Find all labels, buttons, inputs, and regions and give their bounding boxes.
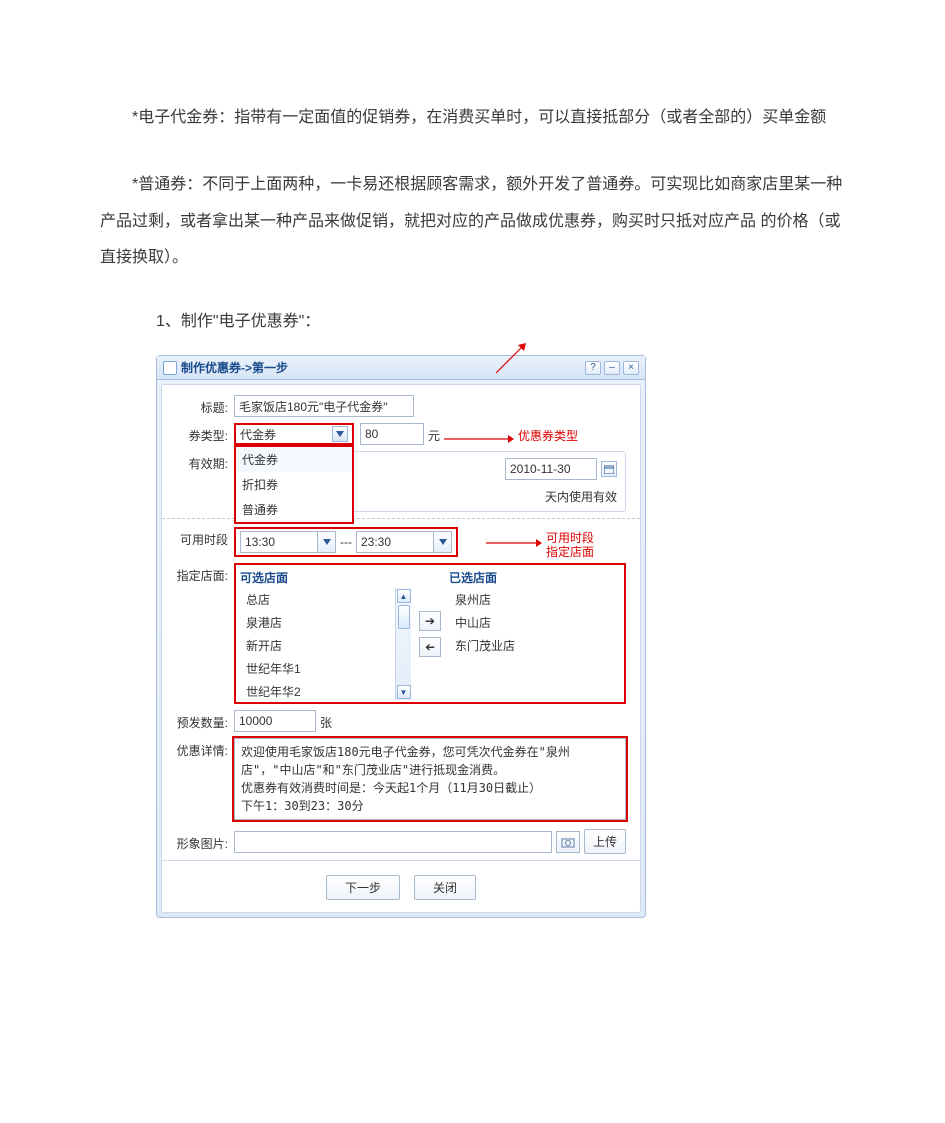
calendar-icon[interactable]	[601, 461, 617, 477]
title-label: 标题:	[176, 395, 234, 416]
stores-label: 指定店面:	[176, 563, 234, 584]
list-item[interactable]: 中山店	[449, 611, 620, 634]
selected-stores-list[interactable]: 泉州店 中山店 东门茂业店	[449, 588, 620, 700]
time-to-value: 23:30	[361, 535, 391, 549]
title-input[interactable]	[234, 395, 414, 417]
coupon-type-select[interactable]: 代金券	[234, 423, 354, 445]
time-from-value: 13:30	[245, 535, 275, 549]
available-stores-header: 可选店面	[240, 567, 411, 588]
dialog-title: 制作优惠券->第一步	[181, 359, 585, 376]
annotation-stores: 指定店面	[546, 543, 594, 560]
create-coupon-dialog: 制作优惠券->第一步 ? – × 标题: 券类型:	[156, 355, 646, 918]
list-item[interactable]: 世纪年华1	[240, 657, 411, 680]
detail-label: 优惠详情:	[176, 738, 234, 759]
quantity-label: 预发数量:	[176, 710, 234, 731]
image-label: 形象图片:	[176, 831, 234, 852]
annotation-arrow-icon	[486, 537, 542, 549]
annotation-type: 优惠券类型	[518, 427, 578, 444]
list-item[interactable]: 泉港店	[240, 611, 411, 634]
close-window-button[interactable]: ×	[623, 361, 639, 375]
folder-search-icon	[561, 836, 575, 848]
coupon-type-selected: 代金券	[240, 426, 276, 443]
dialog-icon	[163, 361, 177, 375]
move-left-button[interactable]: ➔	[419, 637, 441, 657]
type-option[interactable]: 折扣券	[236, 472, 352, 497]
time-from-select[interactable]: 13:30	[240, 531, 336, 553]
scrollbar[interactable]: ▲ ▼	[395, 588, 411, 700]
days-valid-suffix: 天内使用有效	[545, 488, 617, 505]
move-right-button[interactable]: ➔	[419, 611, 441, 631]
scroll-down-icon[interactable]: ▼	[397, 685, 411, 699]
time-separator: ---	[340, 535, 352, 549]
selected-stores-header: 已选店面	[449, 567, 620, 588]
time-to-select[interactable]: 23:30	[356, 531, 452, 553]
close-button[interactable]: 关闭	[414, 875, 476, 900]
chevron-down-icon	[433, 532, 451, 552]
scroll-up-icon[interactable]: ▲	[397, 589, 411, 603]
validity-label: 有效期:	[176, 451, 234, 472]
type-label: 券类型:	[176, 423, 234, 444]
minimize-button[interactable]: –	[604, 361, 620, 375]
scroll-thumb[interactable]	[398, 605, 410, 629]
quantity-input[interactable]	[234, 710, 316, 732]
list-item[interactable]: 新开店	[240, 634, 411, 657]
image-path-input[interactable]	[234, 831, 552, 853]
annotation-arrow-icon	[444, 433, 514, 445]
dialog-titlebar: 制作优惠券->第一步 ? – ×	[157, 356, 645, 380]
list-item[interactable]: 总店	[240, 588, 411, 611]
detail-textarea[interactable]	[234, 738, 626, 820]
type-option[interactable]: 代金券	[236, 447, 352, 472]
chevron-down-icon	[332, 426, 348, 442]
voucher-description: *电子代金券：指带有一定面值的促销券，在消费买单时，可以直接抵部分（或者全部的）…	[100, 100, 845, 137]
chevron-down-icon	[317, 532, 335, 552]
list-item[interactable]: 东门茂业店	[449, 634, 620, 657]
available-stores-list[interactable]: 总店 泉港店 新开店 世纪年华1 世纪年华2 ▲ ▼	[240, 588, 411, 700]
browse-button[interactable]	[556, 831, 580, 853]
yuan-unit: 元	[428, 423, 440, 444]
normal-coupon-description: *普通券：不同于上面两种，一卡易还根据顾客需求，额外开发了普通券。可实现比如商家…	[100, 167, 845, 277]
type-option[interactable]: 普通券	[236, 497, 352, 522]
amount-input[interactable]	[360, 423, 424, 445]
section-title: 1、制作"电子优惠券"：	[156, 307, 845, 331]
quantity-unit: 张	[320, 710, 332, 731]
next-step-button[interactable]: 下一步	[326, 875, 400, 900]
end-date-input[interactable]	[505, 458, 597, 480]
list-item[interactable]: 泉州店	[449, 588, 620, 611]
coupon-type-dropdown[interactable]: 代金券 折扣券 普通券	[234, 445, 354, 524]
help-button[interactable]: ?	[585, 361, 601, 375]
upload-button[interactable]: 上传	[584, 829, 626, 854]
timeslot-label: 可用时段	[176, 527, 234, 548]
stores-group: 可选店面 总店 泉港店 新开店 世纪年华1 世纪年华2 ▲	[234, 563, 626, 704]
list-item[interactable]: 世纪年华2	[240, 680, 411, 700]
timeslot-group: 13:30 --- 23:30	[234, 527, 458, 557]
